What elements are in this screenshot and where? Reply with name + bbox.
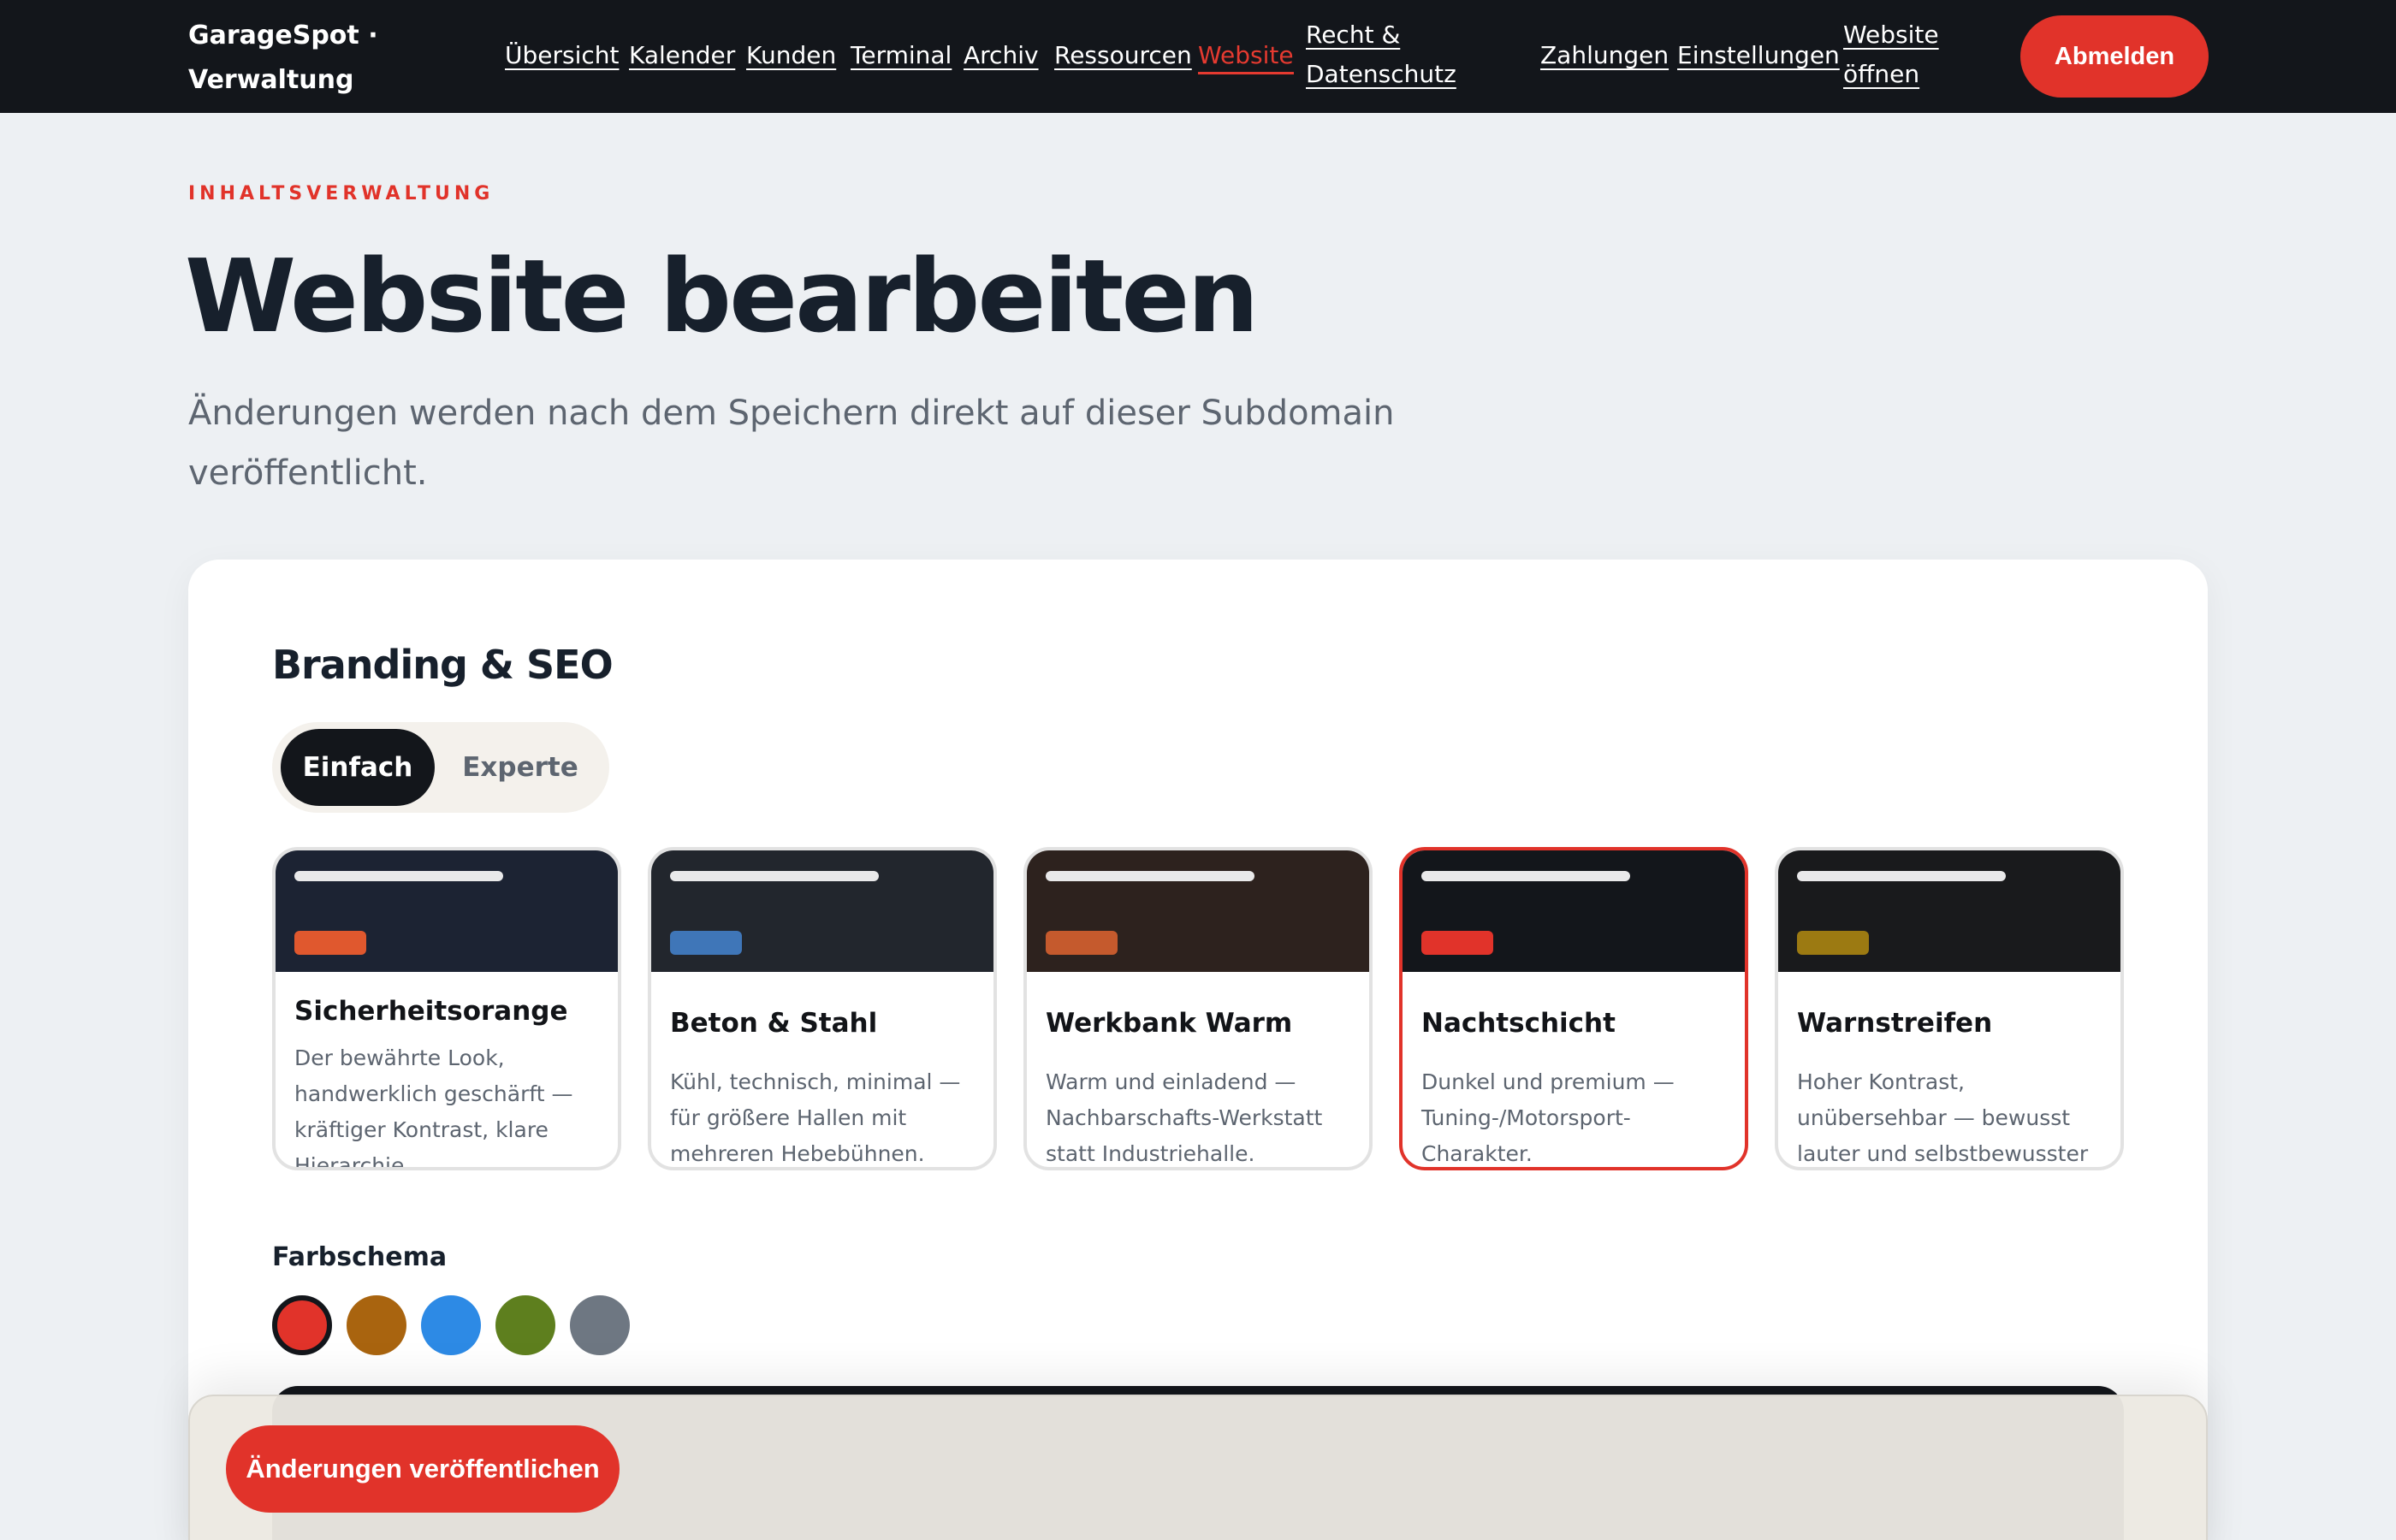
preview-accent-chip bbox=[1046, 931, 1118, 955]
preview-accent-chip bbox=[294, 931, 366, 955]
theme-preview bbox=[1778, 850, 2120, 972]
theme-description: Der bewährte Look, handwerklich geschärf… bbox=[294, 1045, 573, 1170]
publish-changes-button[interactable]: Änderungen veröffentlichen bbox=[226, 1425, 620, 1513]
theme-name: Beton & Stahl bbox=[670, 1008, 878, 1039]
color-swatch-blue[interactable] bbox=[421, 1295, 481, 1355]
nav-link-open-website[interactable]: Website öffnen bbox=[1843, 15, 1946, 94]
section-title: Branding & SEO bbox=[272, 642, 614, 688]
preview-accent-chip bbox=[1421, 931, 1493, 955]
publish-bar: Änderungen veröffentlichen bbox=[188, 1395, 2208, 1540]
nav-link-payments[interactable]: Zahlungen bbox=[1540, 36, 1669, 75]
theme-card-sicherheitsorange[interactable]: Sicherheitsorange Der bewährte Look, han… bbox=[272, 847, 621, 1170]
theme-name: Sicherheitsorange bbox=[294, 996, 568, 1027]
theme-card-warnstreifen[interactable]: Warnstreifen Hoher Kontrast, unübersehba… bbox=[1775, 847, 2124, 1170]
nav-link-settings[interactable]: Einstellungen bbox=[1677, 36, 1840, 75]
page-title: Website bearbeiten bbox=[185, 237, 1259, 355]
theme-preview bbox=[1403, 850, 1745, 972]
nav-link-legal[interactable]: Recht & Datenschutz bbox=[1306, 15, 1468, 94]
theme-name: Werkbank Warm bbox=[1046, 1008, 1293, 1039]
theme-preview bbox=[276, 850, 618, 972]
mode-simple-button[interactable]: Einfach bbox=[281, 729, 435, 806]
preview-header-bar bbox=[1797, 871, 2006, 881]
color-swatch-red[interactable] bbox=[272, 1295, 332, 1355]
nav-link-overview[interactable]: Übersicht bbox=[505, 36, 620, 75]
theme-name: Warnstreifen bbox=[1797, 1008, 1993, 1039]
color-swatch-green[interactable] bbox=[495, 1295, 555, 1355]
logout-button[interactable]: Abmelden bbox=[2020, 15, 2209, 98]
top-navigation: GarageSpot · Verwaltung Übersicht Kalend… bbox=[0, 0, 2396, 113]
nav-link-calendar[interactable]: Kalender bbox=[629, 36, 735, 75]
nav-link-archive[interactable]: Archiv bbox=[964, 36, 1039, 75]
preview-accent-chip bbox=[670, 931, 742, 955]
theme-preview bbox=[1027, 850, 1369, 972]
mode-toggle: Einfach Experte bbox=[272, 722, 609, 813]
brand-title[interactable]: GarageSpot · Verwaltung bbox=[188, 14, 385, 103]
theme-preview bbox=[651, 850, 993, 972]
branding-seo-card: Branding & SEO Einfach Experte Sicherhei… bbox=[188, 560, 2208, 1540]
theme-name: Nachtschicht bbox=[1421, 1008, 1616, 1039]
theme-card-beton-stahl[interactable]: Beton & Stahl Kühl, technisch, minimal —… bbox=[648, 847, 997, 1170]
section-eyebrow: INHALTSVERWALTUNG bbox=[188, 183, 495, 204]
preview-header-bar bbox=[670, 871, 879, 881]
nav-link-terminal[interactable]: Terminal bbox=[851, 36, 952, 75]
preview-accent-chip bbox=[1797, 931, 1869, 955]
theme-description: Kühl, technisch, minimal — für größere H… bbox=[670, 1069, 961, 1166]
theme-description: Warm und einladend — Nachbarschafts-Werk… bbox=[1046, 1069, 1323, 1166]
nav-link-website[interactable]: Website bbox=[1198, 36, 1294, 75]
theme-card-werkbank-warm[interactable]: Werkbank Warm Warm und einladend — Nachb… bbox=[1023, 847, 1373, 1170]
mode-expert-button[interactable]: Experte bbox=[443, 729, 597, 806]
page-subtitle: Änderungen werden nach dem Speichern dir… bbox=[188, 394, 1395, 493]
color-swatch-amber[interactable] bbox=[347, 1295, 406, 1355]
preview-header-bar bbox=[1421, 871, 1630, 881]
preview-header-bar bbox=[294, 871, 503, 881]
nav-link-resources[interactable]: Ressourcen bbox=[1054, 36, 1192, 75]
color-scheme-label: Farbschema bbox=[272, 1242, 448, 1272]
theme-description: Dunkel und premium — Tuning-/Motorsport-… bbox=[1421, 1069, 1675, 1166]
color-swatch-gray[interactable] bbox=[570, 1295, 630, 1355]
preview-header-bar bbox=[1046, 871, 1254, 881]
theme-card-nachtschicht[interactable]: Nachtschicht Dunkel und premium — Tuning… bbox=[1399, 847, 1748, 1170]
theme-description: Hoher Kontrast, unübersehbar — bewusst l… bbox=[1797, 1069, 2089, 1166]
nav-link-customers[interactable]: Kunden bbox=[746, 36, 836, 75]
